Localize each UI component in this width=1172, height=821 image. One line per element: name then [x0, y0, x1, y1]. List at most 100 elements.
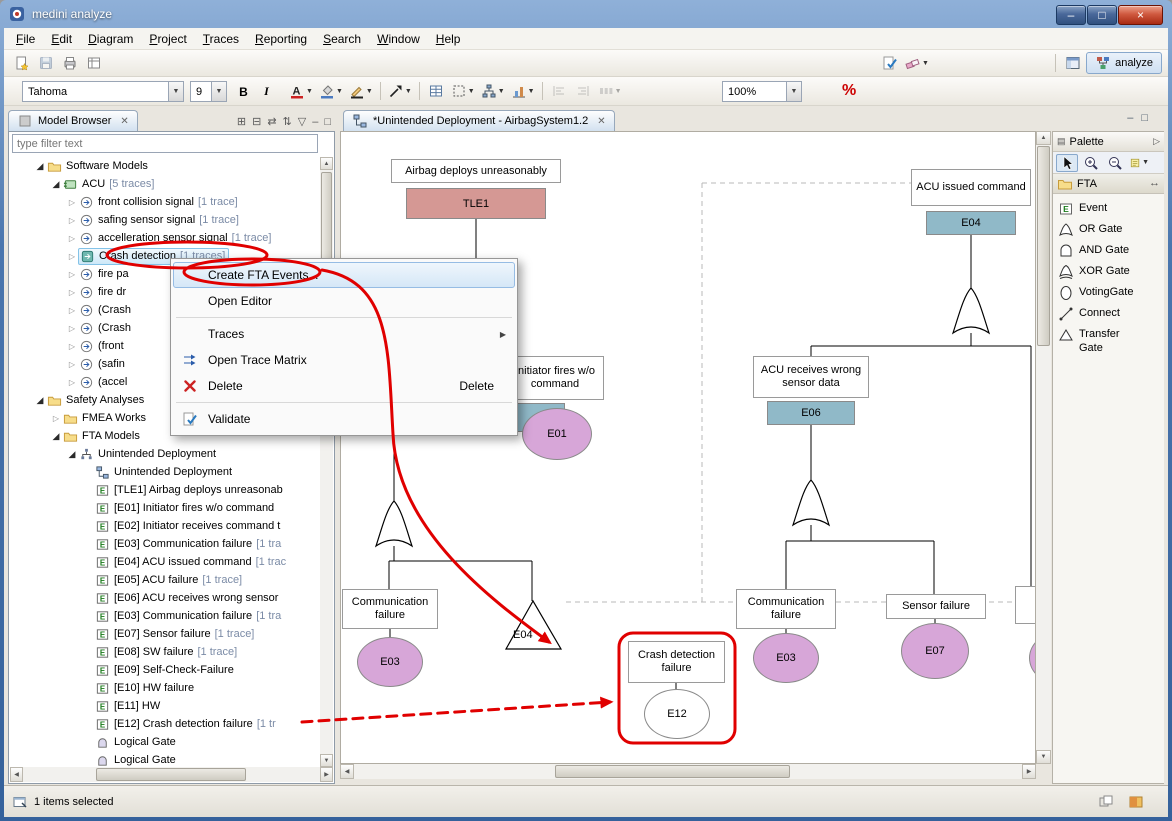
distribute-button[interactable]: ▼ [595, 80, 625, 102]
menu-help[interactable]: Help [428, 29, 469, 49]
chevron-down-icon[interactable]: ▼ [498, 88, 505, 95]
scroll-down-icon[interactable]: ▼ [320, 754, 333, 767]
menu-edit[interactable]: Edit [43, 29, 80, 49]
tree-expander-closed-icon[interactable]: ▷ [66, 270, 78, 279]
editor-vertical-scrollbar[interactable]: ▲ ▼ [1036, 131, 1051, 764]
align-left-button[interactable] [547, 80, 571, 102]
node-id-tle1[interactable]: TLE1 [406, 188, 546, 219]
chevron-down-icon[interactable]: ▼ [306, 88, 313, 95]
tree-vertical-scrollbar[interactable]: ▲ ▼ [320, 157, 333, 767]
chart-button[interactable]: ▼ [508, 80, 538, 102]
tree-item[interactable]: E[E09] Self-Check-Failure [10, 661, 320, 679]
palette-item[interactable]: VotingGate [1056, 283, 1161, 304]
fastview-button[interactable] [1098, 794, 1114, 810]
context-menu-item[interactable]: Create FTA Events... [173, 262, 515, 288]
node-label-sensor-failure[interactable]: Sensor failure [886, 594, 986, 619]
sort-button[interactable]: ⇅ [283, 116, 292, 128]
zoom-out-button[interactable] [1104, 154, 1126, 172]
chevron-down-icon[interactable]: ▼ [468, 88, 475, 95]
heap-button[interactable] [1128, 794, 1144, 810]
tab-editor[interactable]: *Unintended Deployment - AirbagSystem1.2… [343, 110, 615, 131]
node-event-e01[interactable]: E01 [522, 408, 592, 460]
select-marquee-button[interactable]: ▼ [448, 80, 478, 102]
view-menu-button[interactable]: ▽ [298, 116, 306, 128]
chevron-down-icon[interactable]: ▼ [336, 88, 343, 95]
tree-item[interactable]: E[TLE1] Airbag deploys unreasonab [10, 481, 320, 499]
node-label-communication-failure-left[interactable]: Communication failure [342, 589, 438, 629]
tree-item[interactable]: E[E03] Communication failure[1 tra [10, 535, 320, 553]
editor-maximize-button[interactable]: □ [1141, 112, 1148, 124]
italic-button[interactable]: I [256, 81, 277, 102]
chevron-down-icon[interactable]: ▼ [1142, 159, 1149, 166]
scrollbar-thumb[interactable] [555, 765, 790, 778]
node-label-initiator-fires[interactable]: Initiator fires w/o command [506, 356, 604, 400]
filter-input[interactable] [12, 134, 318, 153]
menu-traces[interactable]: Traces [195, 29, 247, 49]
tree-item[interactable]: E[E12] Crash detection failure[1 tr [10, 715, 320, 733]
scroll-left-icon[interactable]: ◀ [10, 767, 23, 782]
cursor-button[interactable] [1056, 154, 1078, 172]
tree-item[interactable]: E[E11] HW [10, 697, 320, 715]
menu-project[interactable]: Project [141, 29, 194, 49]
note-button[interactable]: ▼ [1128, 154, 1150, 172]
editor-horizontal-scrollbar[interactable]: ◀ ▶ [340, 764, 1036, 779]
context-menu-item[interactable]: DeleteDelete [173, 373, 515, 399]
arrow-style-button[interactable]: ▼ [385, 80, 415, 102]
node-id-e06[interactable]: E06 [767, 401, 855, 425]
new-wizard-button[interactable] [10, 52, 34, 74]
tree-item[interactable]: E[E01] Initiator fires w/o command [10, 499, 320, 517]
node-event-e03-right[interactable]: E03 [753, 633, 819, 683]
menu-search[interactable]: Search [315, 29, 369, 49]
palette-collapse-icon[interactable]: ▷ [1153, 137, 1160, 146]
palette-item[interactable]: XOR Gate [1056, 262, 1161, 283]
validate-button[interactable] [878, 52, 902, 74]
context-menu-item[interactable]: Validate [173, 406, 515, 432]
zoom-in-button[interactable] [1080, 154, 1102, 172]
tree-item[interactable]: Logical Gate [10, 733, 320, 751]
tree-item[interactable]: E[E02] Initiator receives command t [10, 517, 320, 535]
tree-item[interactable]: E[E03] Communication failure[1 tra [10, 607, 320, 625]
menu-reporting[interactable]: Reporting [247, 29, 315, 49]
chevron-down-icon[interactable]: ▼ [405, 88, 412, 95]
tree-item[interactable]: ◢ACU[5 traces] [10, 175, 320, 193]
palette-drawer-fta[interactable]: FTA ↔ [1053, 174, 1164, 194]
palette-item[interactable]: Transfer Gate [1056, 325, 1161, 359]
scrollbar-thumb[interactable] [96, 768, 246, 781]
link-editor-button[interactable]: ⇄ [267, 116, 276, 128]
print-button[interactable] [58, 52, 82, 74]
chevron-down-icon[interactable]: ▼ [922, 60, 929, 67]
scroll-up-icon[interactable]: ▲ [320, 157, 333, 170]
collapse-all-button[interactable]: ⊟ [252, 116, 261, 128]
tree-expander-closed-icon[interactable]: ▷ [66, 252, 78, 261]
save-button[interactable] [34, 52, 58, 74]
scroll-right-icon[interactable]: ▶ [320, 767, 333, 782]
tree-item[interactable]: ▷front collision signal[1 trace] [10, 193, 320, 211]
tab-model-browser[interactable]: Model Browser ✕ [8, 110, 138, 131]
tree-expander-closed-icon[interactable]: ▷ [66, 306, 78, 315]
tree-item[interactable]: ◢Unintended Deployment [10, 445, 320, 463]
diagram-canvas[interactable]: Airbag deploys unreasonably TLE1 ACU iss… [340, 131, 1036, 764]
node-event-e03-left[interactable]: E03 [357, 637, 423, 687]
fill-color-button[interactable]: ▼ [316, 80, 346, 102]
tree-item[interactable]: E[E04] ACU issued command[1 trac [10, 553, 320, 571]
tree-item[interactable]: E[E07] Sensor failure[1 trace] [10, 625, 320, 643]
eraser-button[interactable]: ▼ [902, 52, 932, 74]
tree-expander-open-icon[interactable]: ◢ [34, 161, 46, 172]
chevron-down-icon[interactable]: ▼ [528, 88, 535, 95]
tree-item[interactable]: ▷safing sensor signal[1 trace] [10, 211, 320, 229]
tree-horizontal-scrollbar[interactable]: ◀ ▶ [10, 767, 333, 782]
perspective-icon[interactable] [1065, 55, 1081, 71]
align-right-button[interactable] [571, 80, 595, 102]
scroll-left-icon[interactable]: ◀ [340, 764, 354, 779]
tree-item[interactable]: ◢Software Models [10, 157, 320, 175]
context-menu-item[interactable]: Open Trace Matrix [173, 347, 515, 373]
node-label-acu-issued[interactable]: ACU issued command [911, 169, 1031, 206]
menu-window[interactable]: Window [369, 29, 428, 49]
chevron-down-icon[interactable]: ▼ [211, 82, 226, 101]
tree-item[interactable]: E[E08] SW failure[1 trace] [10, 643, 320, 661]
palette-item[interactable]: AND Gate [1056, 241, 1161, 262]
tree-item[interactable]: E[E05] ACU failure[1 trace] [10, 571, 320, 589]
tree-expander-closed-icon[interactable]: ▷ [50, 414, 62, 423]
minimize-button[interactable]: – [312, 116, 318, 128]
scroll-down-icon[interactable]: ▼ [1036, 750, 1051, 764]
